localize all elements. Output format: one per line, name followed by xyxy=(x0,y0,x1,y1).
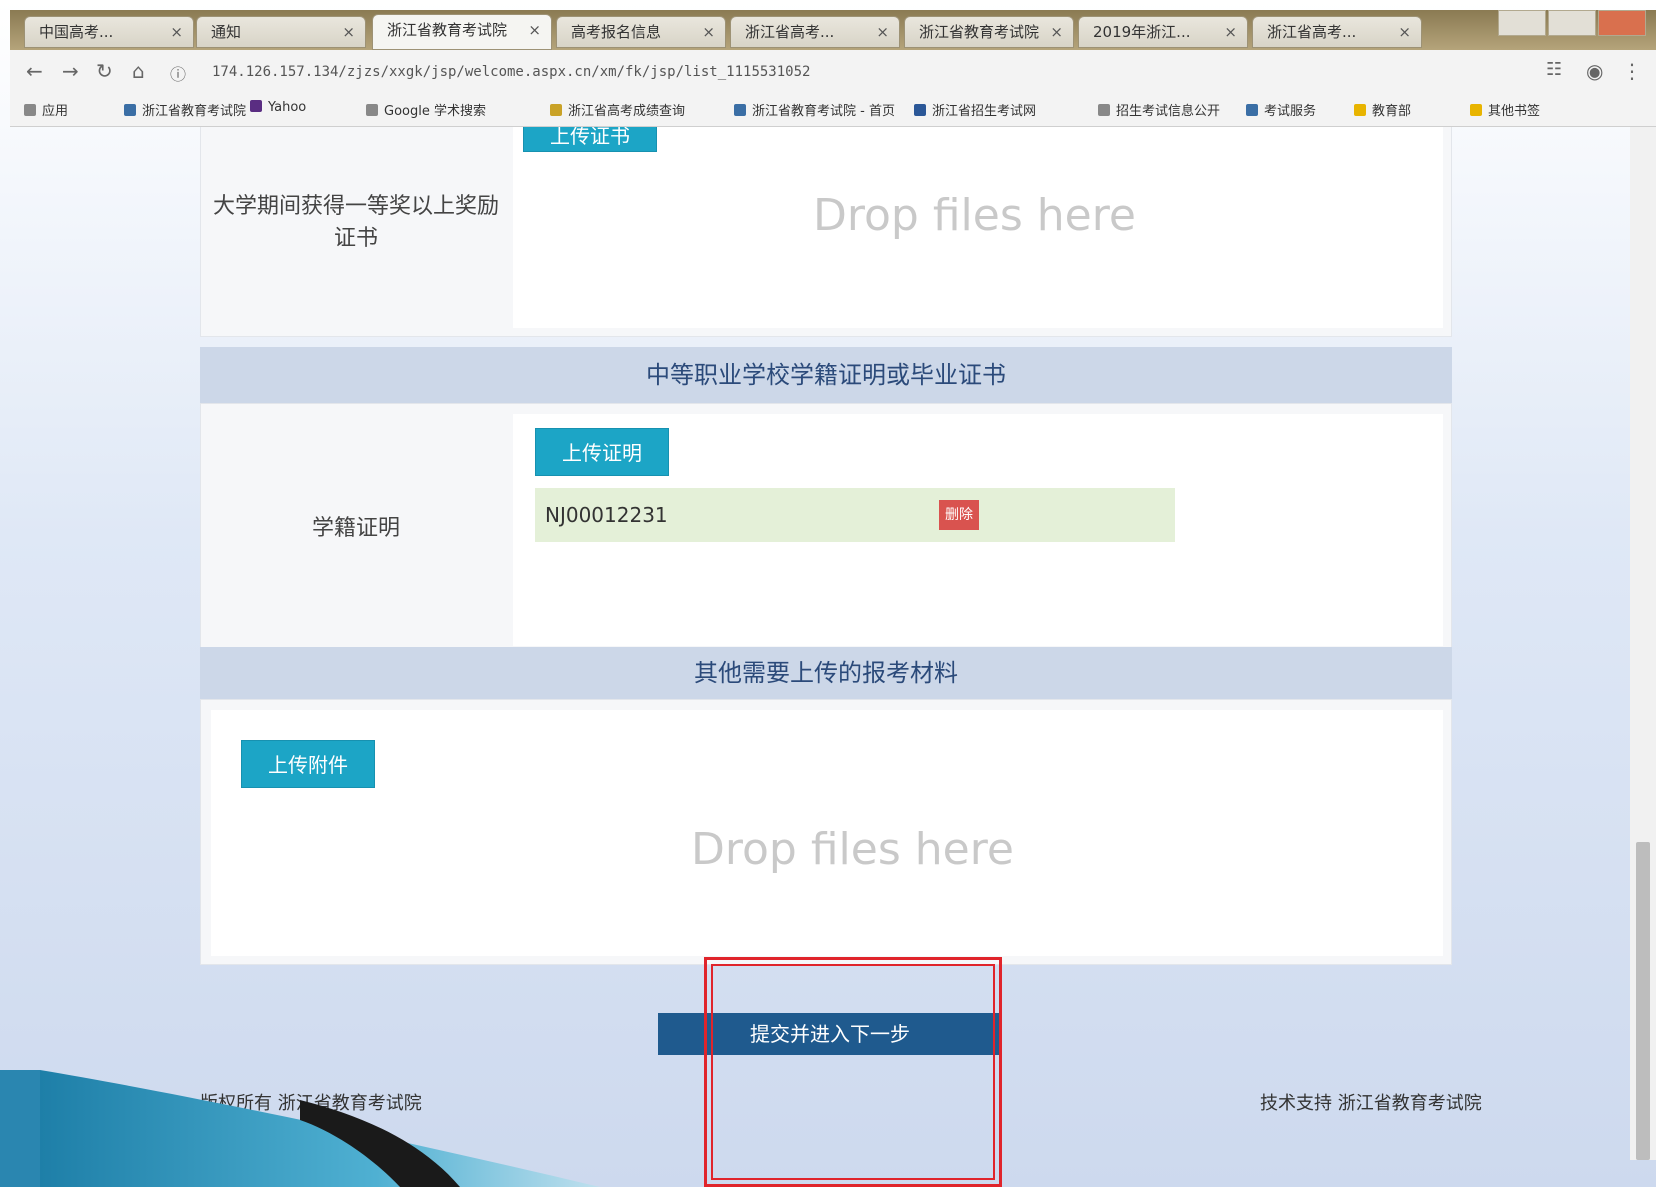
bookmark-label: Google 学术搜索 xyxy=(384,104,486,119)
bookmark-label: 招生考试信息公开 xyxy=(1116,104,1221,119)
reload-icon[interactable]: ↻ xyxy=(96,59,113,83)
tab-label: 通知 xyxy=(211,23,242,41)
bookmarks-bar: 应用 浙江省教育考试院 Yahoo Google 学术搜索 浙江省高考成绩查询 浙江省教育… xyxy=(10,92,1656,127)
dropzone[interactable]: 上传证明 NJ00012231 删除 xyxy=(513,414,1443,646)
dropzone[interactable]: 上传附件 Drop files here xyxy=(211,710,1443,956)
bookmark-item[interactable]: 浙江省招生考试网 xyxy=(914,100,1036,119)
window-close-button[interactable] xyxy=(1598,10,1646,36)
bookmark-label: Yahoo xyxy=(268,100,307,115)
menu-icon[interactable]: ⋮ xyxy=(1622,59,1642,83)
upload-proof-button[interactable]: 上传证明 xyxy=(535,428,669,476)
bookmark-item[interactable]: 考试服务 xyxy=(1246,100,1316,119)
forward-icon[interactable]: → xyxy=(62,59,79,83)
close-icon[interactable]: × xyxy=(876,17,889,47)
bookmark-favicon-icon xyxy=(914,104,926,116)
bookmark-label: 教育部 xyxy=(1372,104,1412,119)
minimize-button[interactable] xyxy=(1498,10,1546,36)
bookmark-favicon-icon xyxy=(366,104,378,116)
url-input[interactable] xyxy=(210,58,1514,86)
bookmark-favicon-icon xyxy=(1246,104,1258,116)
file-name: NJ00012231 xyxy=(545,503,668,527)
upload-certificate-button[interactable]: 上传证书 xyxy=(523,127,657,152)
bookmark-item[interactable]: 应用 xyxy=(24,100,68,119)
row-label: 学籍证明 xyxy=(311,516,400,541)
browser-tab-bar: 中国高考... × 通知 × 浙江省教育考试院 × 高考报名信息 × 浙江省高考… xyxy=(10,10,1656,50)
window-controls xyxy=(1496,10,1656,40)
tab-label: 浙江省教育考试院 xyxy=(387,21,508,39)
bookmark-item[interactable]: Google 学术搜索 xyxy=(366,100,486,119)
browser-tab[interactable]: 浙江省教育考试院 × xyxy=(904,16,1074,48)
bookmark-favicon-icon xyxy=(124,104,136,116)
close-icon[interactable]: × xyxy=(170,17,183,47)
slide-decoration xyxy=(0,1070,600,1187)
extension-icon[interactable]: ◉ xyxy=(1586,59,1603,83)
uploaded-file-item: NJ00012231 xyxy=(535,488,1175,542)
browser-tab[interactable]: 浙江省高考... × xyxy=(1252,16,1422,48)
upload-row-other: 上传附件 Drop files here xyxy=(200,699,1452,965)
section-header: 其他需要上传的报考材料 xyxy=(200,647,1452,699)
tab-label: 浙江省高考... xyxy=(745,23,835,41)
row-label: 大学期间获得一等奖以上奖励证书 xyxy=(212,194,499,251)
bookmark-favicon-icon xyxy=(250,100,262,112)
bookmark-favicon-icon xyxy=(734,104,746,116)
tab-label: 浙江省教育考试院 xyxy=(919,23,1040,41)
bookmark-label: 浙江省教育考试院 xyxy=(142,104,247,119)
tab-label: 2019年浙江... xyxy=(1093,23,1191,41)
bookmark-label: 浙江省招生考试网 xyxy=(932,104,1037,119)
close-icon[interactable]: × xyxy=(702,17,715,47)
browser-tab-active[interactable]: 浙江省教育考试院 × xyxy=(372,14,552,50)
bookmark-item[interactable]: 招生考试信息公开 xyxy=(1098,100,1220,119)
bookmark-item[interactable]: 其他书签 xyxy=(1470,100,1540,119)
home-icon[interactable]: ⌂ xyxy=(132,59,145,83)
delete-file-button[interactable]: 删除 xyxy=(939,500,979,530)
drop-files-text: Drop files here xyxy=(691,824,1014,875)
section-header: 中等职业学校学籍证明或毕业证书 xyxy=(200,347,1452,403)
upload-row-award: 大学期间获得一等奖以上奖励证书 上传证书 Drop files here xyxy=(200,127,1452,337)
bookmark-favicon-icon xyxy=(1354,104,1366,116)
bookmark-item[interactable]: 浙江省高考成绩查询 xyxy=(550,100,685,119)
browser-tab[interactable]: 通知 × xyxy=(196,16,366,48)
browser-tab[interactable]: 浙江省高考... × xyxy=(730,16,900,48)
tab-label: 浙江省高考... xyxy=(1267,23,1357,41)
browser-tab[interactable]: 2019年浙江... × xyxy=(1078,16,1248,48)
bookmark-item[interactable]: Yahoo xyxy=(250,100,306,115)
dropzone[interactable]: 上传证书 Drop files here xyxy=(513,127,1443,328)
translate-icon[interactable]: ☷ xyxy=(1546,59,1562,80)
browser-tab[interactable]: 中国高考... × xyxy=(24,16,194,48)
bookmark-label: 浙江省高考成绩查询 xyxy=(568,104,686,119)
scrollbar[interactable] xyxy=(1630,127,1656,1160)
close-icon[interactable]: × xyxy=(528,15,541,45)
browser-tab[interactable]: 高考报名信息 × xyxy=(556,16,726,48)
back-icon[interactable]: ← xyxy=(26,59,43,83)
close-icon[interactable]: × xyxy=(1224,17,1237,47)
bookmark-item[interactable]: 浙江省教育考试院 - 首页 xyxy=(734,100,895,119)
maximize-button[interactable] xyxy=(1548,10,1596,36)
close-icon[interactable]: × xyxy=(1050,17,1063,47)
close-icon[interactable]: × xyxy=(1398,17,1411,47)
tab-label: 高考报名信息 xyxy=(571,23,662,41)
bookmark-favicon-icon xyxy=(550,104,562,116)
tab-label: 中国高考... xyxy=(39,23,114,41)
bookmark-label: 考试服务 xyxy=(1264,104,1317,119)
bookmark-item[interactable]: 浙江省教育考试院 xyxy=(124,100,246,119)
bookmark-label: 其他书签 xyxy=(1488,104,1541,119)
bookmark-item[interactable]: 教育部 xyxy=(1354,100,1411,119)
close-icon[interactable]: × xyxy=(342,17,355,47)
bookmark-favicon-icon xyxy=(1470,104,1482,116)
site-info-icon[interactable]: ⓘ xyxy=(170,61,186,85)
upload-attachment-button[interactable]: 上传附件 xyxy=(241,740,375,788)
bookmark-label: 浙江省教育考试院 - 首页 xyxy=(752,104,895,119)
upload-row-school: 学籍证明 上传证明 NJ00012231 删除 xyxy=(200,403,1452,655)
address-bar: ← → ↻ ⌂ ⓘ ☷ ◉ ⋮ xyxy=(10,50,1656,93)
bookmark-favicon-icon xyxy=(1098,104,1110,116)
bookmark-label: 应用 xyxy=(42,104,69,119)
bookmark-favicon-icon xyxy=(24,104,36,116)
drop-files-text: Drop files here xyxy=(813,190,1136,241)
